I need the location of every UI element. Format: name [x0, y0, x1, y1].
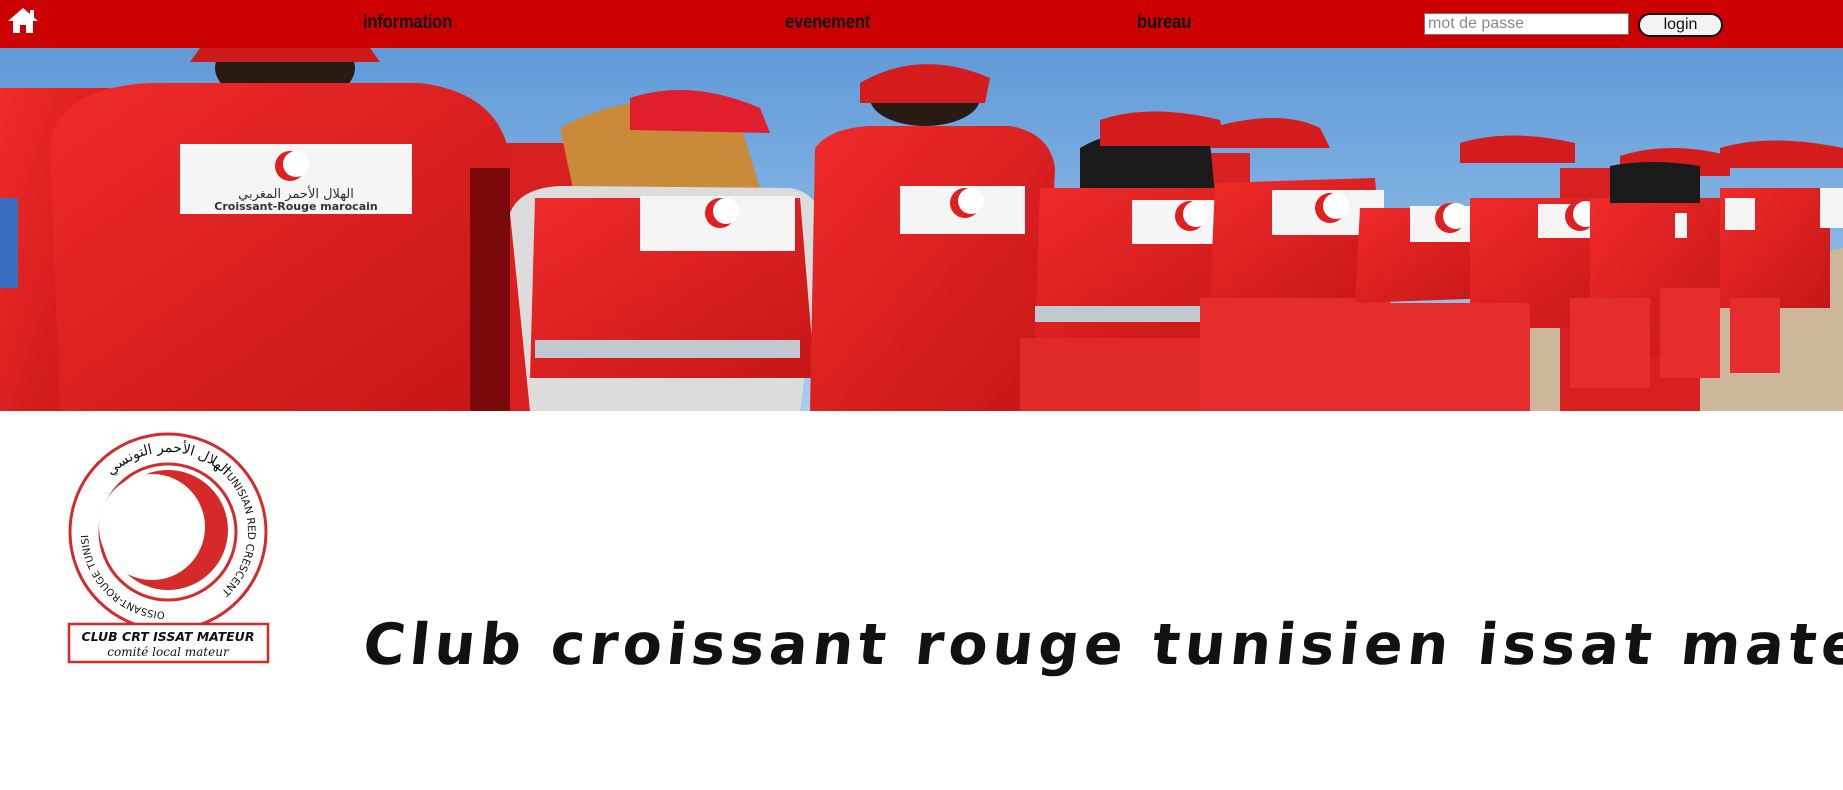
logo-club-name: CLUB CRT ISSAT MATEUR	[82, 629, 255, 644]
home-icon[interactable]	[6, 6, 40, 36]
login-button[interactable]: login	[1638, 13, 1723, 37]
vest-text-latin: Croissant-Rouge marocain	[214, 200, 377, 213]
club-logo: الهلال الأحمر التونسي TUNISIAN RED CRESC…	[62, 422, 272, 664]
logo-committee-text: comité local mateur	[107, 645, 230, 659]
top-navigation-bar: information evenement bureau login	[0, 0, 1843, 48]
nav-link-evenement[interactable]: evenement	[785, 12, 870, 34]
page-title: Club croissant rouge tunisien issat mate…	[360, 612, 1843, 678]
password-input[interactable]	[1424, 13, 1629, 35]
nav-link-bureau[interactable]: bureau	[1137, 12, 1191, 34]
banner-photo: الهلال الأحمر المغربي Croissant-Rouge ma…	[0, 48, 1843, 411]
nav-link-information[interactable]: information	[363, 12, 452, 34]
